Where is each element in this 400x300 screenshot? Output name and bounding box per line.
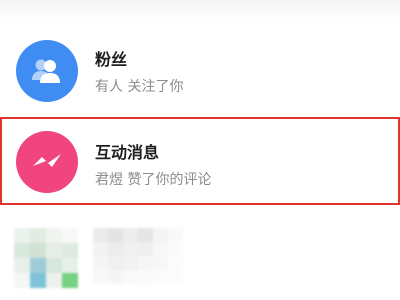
interactions-title: 互动消息 xyxy=(95,143,160,162)
notification-row-fans[interactable]: 粉丝 有人 关注了你 xyxy=(0,28,400,118)
message-zigzag-icon xyxy=(33,154,61,167)
fans-title: 粉丝 xyxy=(95,50,128,69)
fans-subtitle: 有人 关注了你 xyxy=(95,79,184,95)
fans-avatar xyxy=(16,40,78,102)
top-divider-strip xyxy=(0,0,400,20)
group-people-icon xyxy=(32,59,60,83)
blurred-avatar xyxy=(14,228,78,288)
interactions-avatar xyxy=(16,131,78,193)
interactions-subtitle: 君煜 赞了你的评论 xyxy=(95,172,212,188)
blurred-text xyxy=(93,228,183,284)
notification-row-interactions[interactable]: 互动消息 君煜 赞了你的评论 xyxy=(0,117,400,205)
